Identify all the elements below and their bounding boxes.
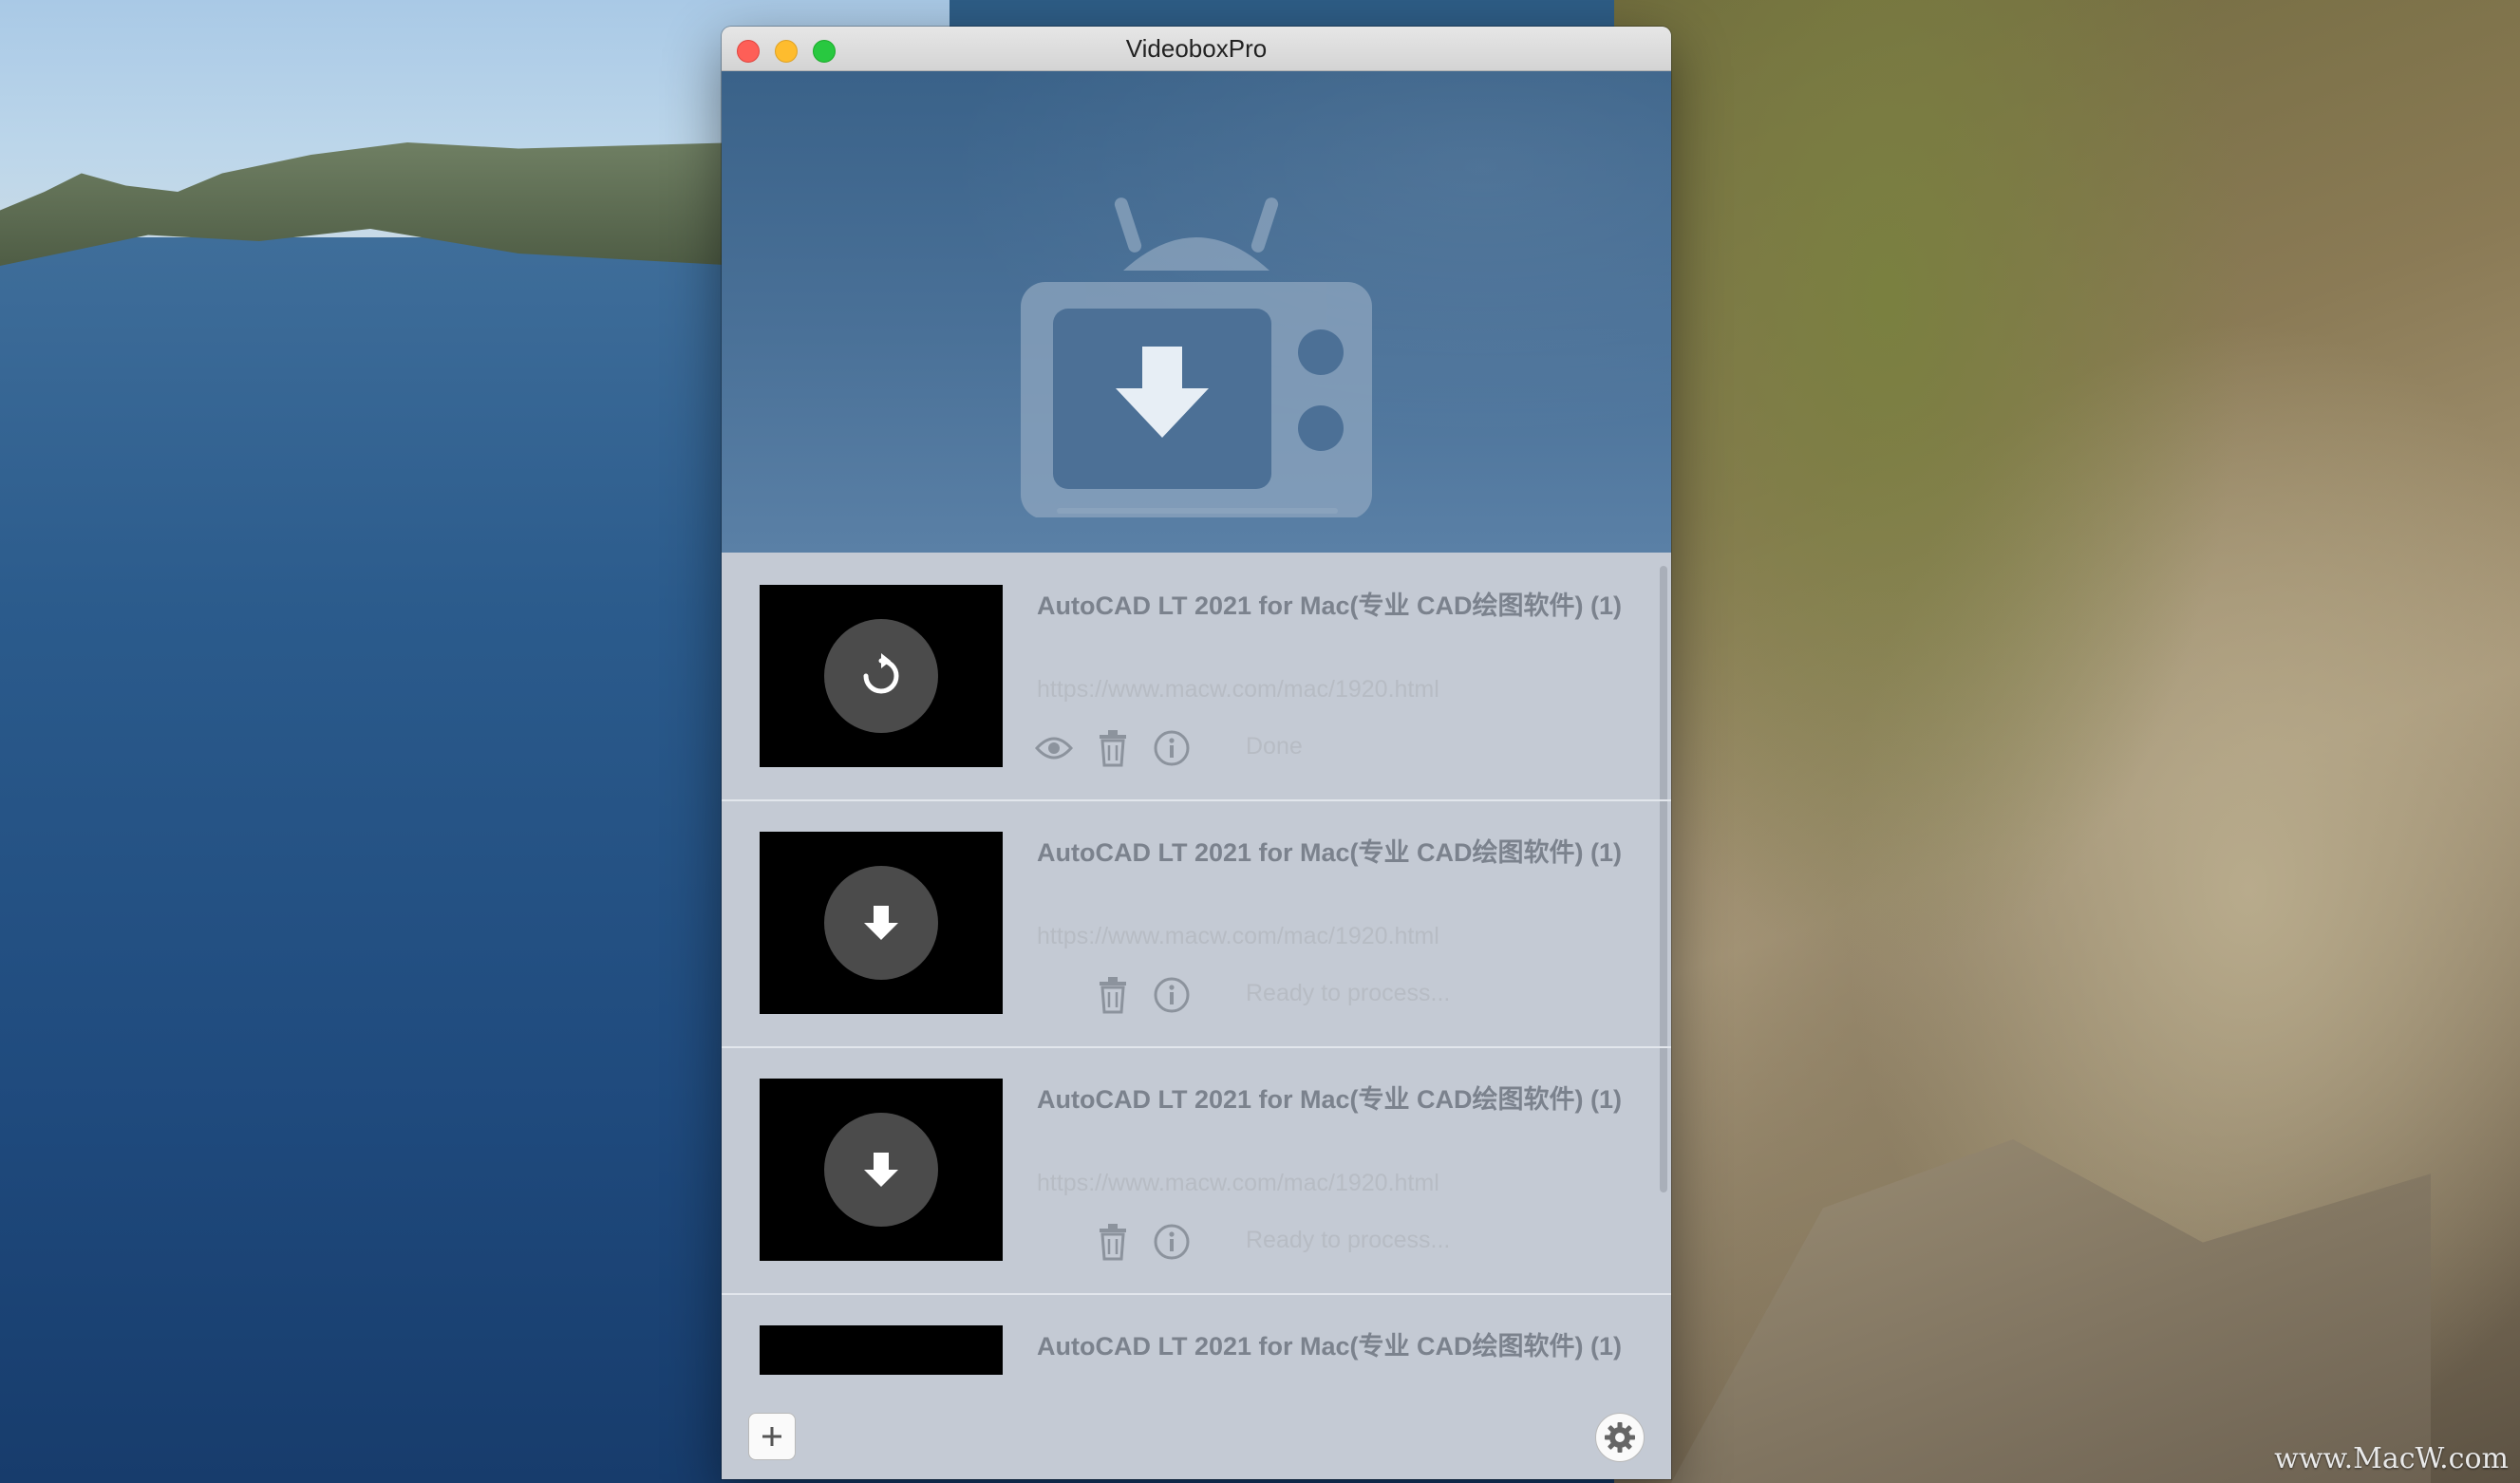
item-title: AutoCAD LT 2021 for Mac(专业 CAD绘图软件) (1): [1037, 1332, 1623, 1361]
add-url-button[interactable]: [748, 1413, 796, 1460]
info-icon: [1154, 977, 1190, 1013]
video-thumbnail: [760, 1079, 1003, 1261]
gear-icon: [1605, 1422, 1635, 1453]
delete-button[interactable]: [1094, 976, 1132, 1014]
item-status: Ready to process...: [1246, 980, 1451, 1006]
video-thumbnail: [760, 585, 1003, 767]
app-window: VideoboxPro AutoCAD LT 2021 for Mac(专业 C…: [722, 27, 1671, 1479]
item-url: https://www.macw.com/mac/1920.html: [1037, 923, 1439, 949]
list-item[interactable]: AutoCAD LT 2021 for Mac(专业 CAD绘图软件) (1) …: [722, 553, 1671, 801]
start-download-button[interactable]: [824, 866, 938, 980]
delete-button[interactable]: [1094, 729, 1132, 767]
trash-icon: [1100, 1224, 1126, 1261]
trash-icon: [1100, 730, 1126, 767]
info-icon: [1154, 1224, 1190, 1260]
window-title: VideoboxPro: [1125, 34, 1268, 63]
settings-button[interactable]: [1595, 1413, 1645, 1462]
download-arrow-icon: [864, 906, 898, 940]
download-arrow-icon: [864, 1153, 898, 1187]
video-thumbnail: [760, 1325, 1003, 1375]
info-icon: [1154, 730, 1190, 766]
list-item[interactable]: AutoCAD LT 2021 for Mac(专业 CAD绘图软件) (1): [722, 1293, 1671, 1375]
plus-icon: [762, 1427, 781, 1446]
item-url: https://www.macw.com/mac/1920.html: [1037, 1170, 1439, 1196]
retry-button[interactable]: [824, 619, 938, 733]
item-title: AutoCAD LT 2021 for Mac(专业 CAD绘图软件) (1): [1037, 591, 1623, 620]
info-button[interactable]: [1153, 729, 1191, 767]
bottom-toolbar: [722, 1375, 1671, 1479]
item-title: AutoCAD LT 2021 for Mac(专业 CAD绘图软件) (1): [1037, 838, 1623, 867]
delete-button[interactable]: [1094, 1223, 1132, 1261]
item-status: Done: [1246, 733, 1303, 760]
refresh-icon: [863, 653, 899, 694]
list-item[interactable]: AutoCAD LT 2021 for Mac(专业 CAD绘图软件) (1) …: [722, 799, 1671, 1048]
preview-button[interactable]: [1035, 729, 1073, 767]
info-button[interactable]: [1153, 1223, 1191, 1261]
download-list[interactable]: AutoCAD LT 2021 for Mac(专业 CAD绘图软件) (1) …: [722, 553, 1671, 1375]
eye-icon: [1035, 737, 1073, 760]
item-title: AutoCAD LT 2021 for Mac(专业 CAD绘图软件) (1): [1037, 1085, 1623, 1114]
trash-icon: [1100, 977, 1126, 1014]
tv-download-icon: [1021, 197, 1372, 517]
download-drop-zone[interactable]: [722, 71, 1671, 553]
item-status: Ready to process...: [1246, 1227, 1451, 1253]
watermark-text: www.MacW.com: [2274, 1442, 2509, 1475]
list-item[interactable]: AutoCAD LT 2021 for Mac(专业 CAD绘图软件) (1) …: [722, 1046, 1671, 1295]
item-url: https://www.macw.com/mac/1920.html: [1037, 676, 1439, 703]
start-download-button[interactable]: [824, 1113, 938, 1227]
info-button[interactable]: [1153, 976, 1191, 1014]
title-bar[interactable]: VideoboxPro: [722, 27, 1671, 71]
video-thumbnail: [760, 832, 1003, 1014]
